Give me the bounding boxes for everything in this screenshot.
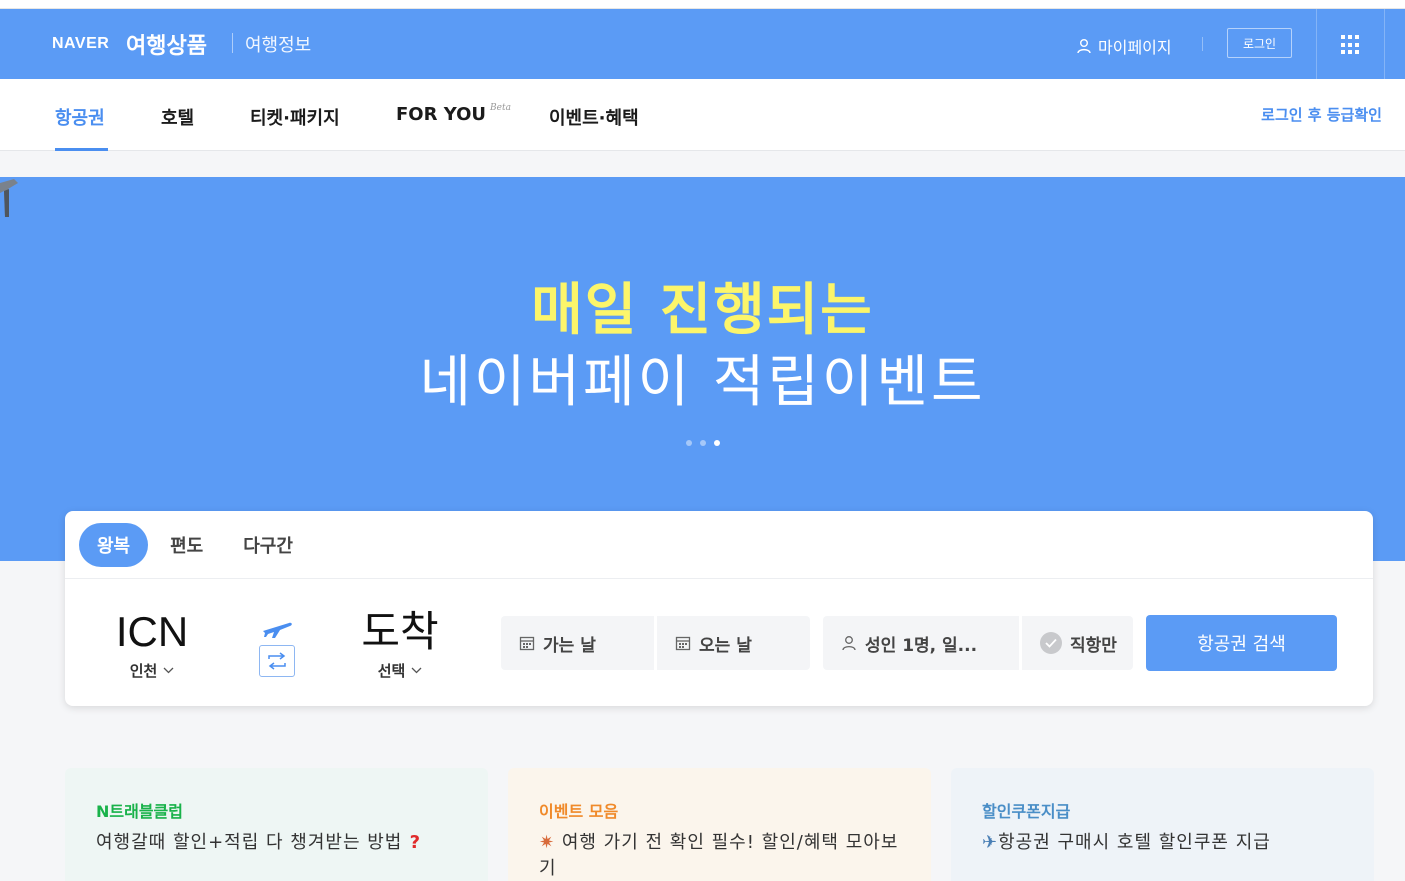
chevron-down-icon — [163, 667, 174, 674]
nonstop-toggle[interactable]: 직항만 — [1022, 616, 1133, 670]
nav-item-flights[interactable]: 항공권 — [55, 104, 105, 130]
mypage-link[interactable]: 마이페이지 — [1076, 34, 1172, 58]
mypage-label: 마이페이지 — [1098, 38, 1172, 57]
active-tab-indicator — [55, 148, 108, 151]
origin-name: 인천 — [129, 662, 158, 680]
header-divider — [232, 33, 233, 53]
promo-title: 할인쿠폰지급 — [982, 802, 1071, 821]
promo-text: ✈항공권 구매시 호텔 할인쿠폰 지급 — [982, 832, 1271, 853]
party-icon: ✷ — [539, 832, 562, 853]
promo-text: 여행갈때 할인+적립 다 챙겨받는 방법 ? — [96, 832, 422, 853]
origin-code: ICN — [115, 608, 189, 655]
top-strip — [0, 0, 1405, 9]
nav-item-events[interactable]: 이벤트·혜택 — [549, 104, 639, 130]
divider — [65, 578, 1373, 579]
beta-badge: Beta — [490, 103, 511, 113]
destination-name-row: 선택 — [340, 660, 460, 681]
header-divider — [1316, 9, 1317, 79]
flight-search-button[interactable]: 항공권 검색 — [1146, 615, 1337, 671]
origin-name-row: 인천 — [92, 660, 212, 681]
user-icon — [842, 636, 856, 651]
departure-date-label: 가는 날 — [543, 635, 596, 656]
carousel-dots — [0, 440, 1405, 446]
top-header: NAVER 여행상품 여행정보 마이페이지 로그인 — [0, 9, 1405, 79]
nav-item-for-you-label: FOR YOU — [396, 104, 487, 125]
departure-date-field[interactable]: 가는 날 — [501, 616, 654, 670]
carousel-dot-active[interactable] — [713, 440, 720, 446]
flight-search-panel: 왕복 편도 다구간 ICN 인천 도착 선택 가는 날 오는 날 성인 1명, … — [65, 511, 1373, 706]
hero-subheadline: 네이버페이 적립이벤트 — [419, 350, 986, 415]
grid-icon[interactable] — [1341, 35, 1361, 55]
user-icon — [1077, 39, 1091, 54]
destination-name: 선택 — [377, 662, 406, 680]
promo-title: 이벤트 모음 — [539, 802, 619, 821]
nav-item-tickets-packages[interactable]: 티켓·패키지 — [250, 104, 340, 130]
carousel-dot[interactable] — [685, 440, 692, 446]
promo-card-events[interactable]: 이벤트 모음 ✷ 여행 가기 전 확인 필수! 할인/혜택 모아보기 — [508, 768, 931, 881]
swap-icon — [268, 652, 286, 670]
carousel-dot[interactable] — [699, 440, 706, 446]
calendar-icon — [675, 636, 691, 651]
tab-multi-city[interactable]: 다구간 — [225, 523, 311, 567]
trip-type-tabs: 왕복 편도 다구간 — [79, 523, 315, 567]
tab-one-way[interactable]: 편도 — [152, 523, 221, 567]
service-title[interactable]: 여행상품 — [126, 28, 207, 60]
naver-logo[interactable]: NAVER — [52, 35, 109, 53]
check-icon — [1040, 632, 1062, 654]
login-button[interactable]: 로그인 — [1227, 28, 1292, 58]
hero-banner[interactable]: 매일 진행되는 네이버페이 적립이벤트 — [0, 177, 1405, 561]
nav-item-for-you[interactable]: FOR YOU Beta — [396, 103, 511, 125]
travel-info-link[interactable]: 여행정보 — [245, 31, 311, 57]
origin-selector[interactable]: ICN 인천 — [92, 608, 212, 681]
passengers-label: 성인 1명, 일... — [865, 635, 978, 656]
hero-headline: 매일 진행되는 — [531, 278, 874, 343]
destination-code: 도착 — [361, 608, 439, 655]
return-date-field[interactable]: 오는 날 — [657, 616, 810, 670]
check-grade-link[interactable]: 로그인 후 등급확인 — [1261, 104, 1382, 125]
nav-item-hotels[interactable]: 호텔 — [161, 104, 194, 130]
nonstop-label: 직항만 — [1070, 635, 1117, 656]
header-divider — [1384, 9, 1385, 79]
main-nav: 항공권 호텔 티켓·패키지 FOR YOU Beta 이벤트·혜택 로그인 후 등… — [0, 79, 1405, 151]
promo-title: N트래블클럽 — [96, 802, 183, 821]
chevron-down-icon — [411, 667, 422, 674]
return-date-label: 오는 날 — [699, 635, 752, 656]
question-icon: ? — [402, 832, 422, 853]
airplane-icon — [263, 622, 292, 638]
swap-button[interactable] — [259, 645, 295, 677]
destination-selector[interactable]: 도착 선택 — [340, 608, 460, 681]
header-divider — [1202, 37, 1203, 51]
promo-card-coupon[interactable]: 할인쿠폰지급 ✈항공권 구매시 호텔 할인쿠폰 지급 — [951, 768, 1374, 881]
airplane-decoration-icon — [0, 179, 18, 217]
calendar-icon — [519, 636, 535, 651]
airplane-icon: ✈ — [982, 832, 999, 853]
passengers-field[interactable]: 성인 1명, 일... — [823, 616, 1019, 670]
promo-text: ✷ 여행 가기 전 확인 필수! 할인/혜택 모아보기 — [539, 832, 899, 879]
promo-card-travel-club[interactable]: N트래블클럽 여행갈때 할인+적립 다 챙겨받는 방법 ? — [65, 768, 488, 881]
tab-round-trip[interactable]: 왕복 — [79, 523, 149, 567]
